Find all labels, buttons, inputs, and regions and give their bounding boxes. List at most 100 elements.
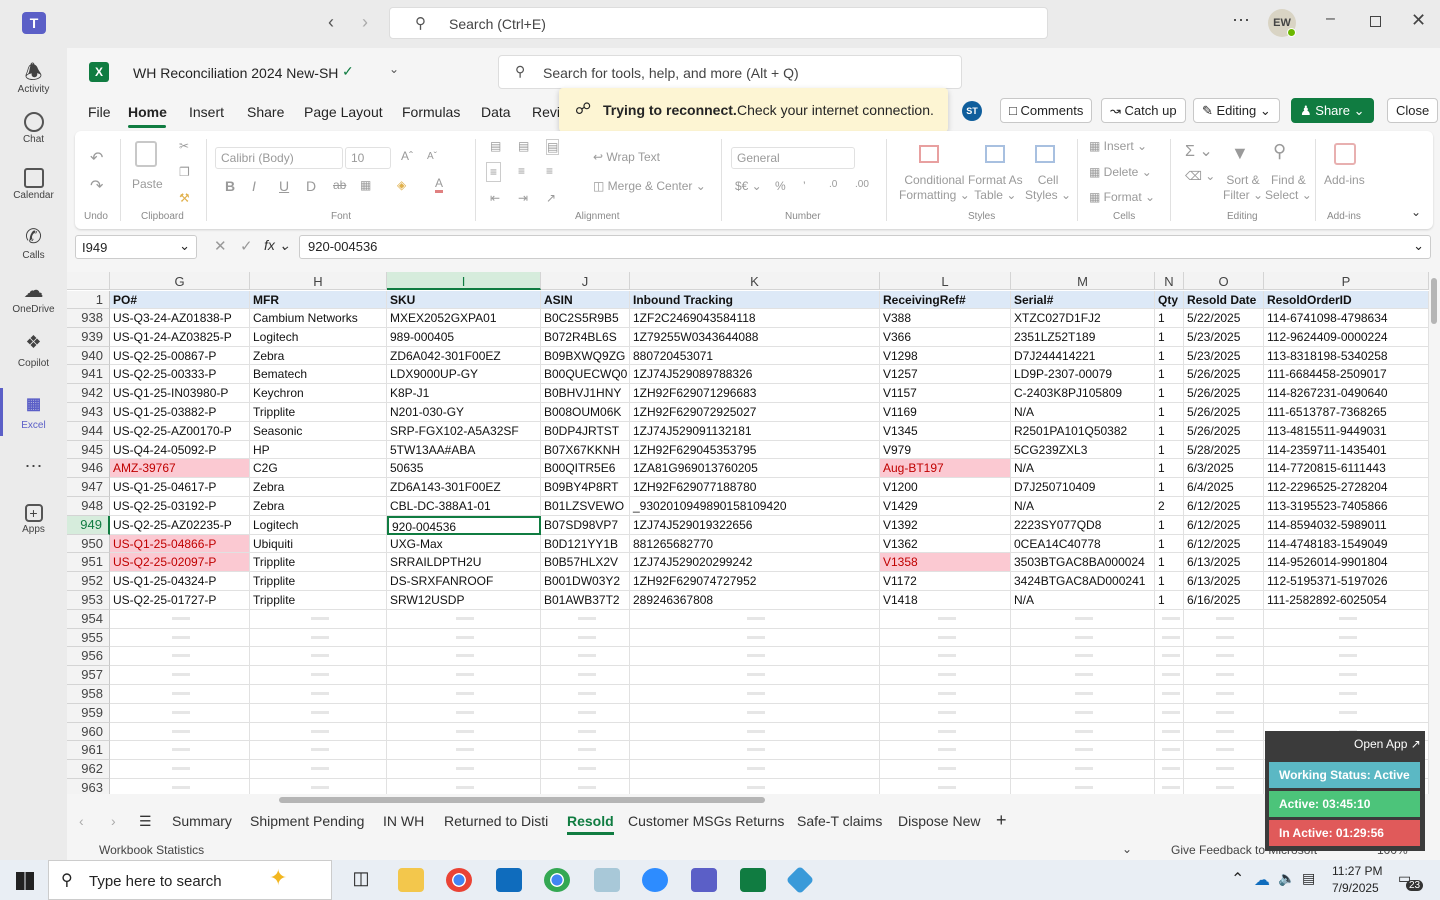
grow-font-icon[interactable]: Aˆ [401,149,413,163]
show-hidden-icons[interactable]: ⌃ [1231,869,1244,889]
empty-cell[interactable] [880,666,1011,685]
formula-input[interactable]: 920-004536 ⌄ [299,235,1431,259]
row-header[interactable]: 1 [67,291,110,309]
table-cell[interactable]: V1169 [880,403,1011,422]
table-cell[interactable]: US-Q1-25-IN03980-P [110,384,250,403]
header-cell[interactable]: Serial# [1011,291,1155,309]
table-cell[interactable]: 1 [1155,346,1184,366]
table-cell[interactable]: 1 [1155,440,1184,460]
empty-cell[interactable] [541,666,630,685]
table-cell[interactable]: 5CG239ZXL3 [1011,440,1155,460]
table-cell[interactable]: LD9P-2307-00079 [1011,365,1155,385]
undo-icon[interactable]: ↶ [90,148,103,168]
empty-cell[interactable] [387,666,541,685]
column-header[interactable]: M [1011,272,1155,290]
align-middle-icon[interactable]: ▤ [518,139,529,153]
table-cell[interactable]: V1392 [880,515,1011,535]
table-cell[interactable]: Zebra [250,346,387,366]
file-explorer-icon[interactable] [398,868,424,892]
strikethrough-icon[interactable]: ab [333,178,346,192]
outlook-icon[interactable] [496,868,522,892]
row-header[interactable]: 943 [67,403,110,422]
row-header[interactable]: 949 [67,515,110,535]
user-badge[interactable]: ST [962,101,982,121]
table-cell[interactable]: 5/23/2025 [1184,327,1264,347]
table-cell[interactable]: V1429 [880,497,1011,516]
header-cell[interactable]: PO# [110,291,250,309]
header-cell[interactable]: SKU [387,291,541,309]
empty-cell[interactable] [387,779,541,794]
rail-copilot[interactable]: ❖ Copilot [0,332,67,369]
empty-cell[interactable] [541,685,630,704]
menu-insert[interactable]: Insert [189,104,224,120]
shrink-font-icon[interactable]: Aˇ [427,151,437,162]
table-cell[interactable]: R2501PA101Q50382 [1011,421,1155,441]
header-cell[interactable]: Qty [1155,291,1184,309]
confirm-entry-icon[interactable]: ✓ [240,237,253,255]
add-ins-icon[interactable] [1334,143,1356,165]
photo-app-icon[interactable] [594,868,620,892]
volume-icon[interactable]: 🔈 [1278,870,1295,887]
empty-cell[interactable] [250,628,387,648]
table-cell[interactable]: V366 [880,327,1011,347]
cell-styles-icon[interactable] [1035,145,1055,163]
table-cell[interactable]: B0D121YY1B [541,534,630,554]
align-right-icon[interactable]: ≡ [546,164,553,178]
table-cell[interactable]: V1172 [880,572,1011,591]
row-header[interactable]: 938 [67,309,110,328]
empty-cell[interactable] [541,628,630,648]
chrome-icon[interactable] [446,868,472,892]
table-cell[interactable]: N201-030-GY [387,403,541,422]
table-cell[interactable]: 1ZH92F629077188780 [630,478,880,497]
row-header[interactable]: 946 [67,459,110,479]
vpn-app-icon[interactable] [785,865,815,895]
empty-cell[interactable] [387,722,541,742]
cut-icon[interactable]: ✂ [179,139,189,153]
row-header[interactable]: 958 [67,685,110,704]
font-name-dropdown[interactable]: Calibri (Body) [215,147,343,169]
table-cell[interactable]: 1ZA81G969013760205 [630,459,880,479]
table-cell[interactable]: 6/12/2025 [1184,497,1264,516]
menu-home[interactable]: Home [128,104,167,120]
table-cell[interactable]: 1 [1155,384,1184,403]
empty-cell[interactable] [541,647,630,667]
editing-mode-button[interactable]: ✎ Editing ⌄ [1193,98,1280,123]
chrome-profile-icon[interactable] [544,868,570,892]
font-color-icon[interactable]: A [435,176,444,193]
menu-share[interactable]: Share [247,104,284,120]
empty-cell[interactable] [110,609,250,629]
table-cell[interactable]: CBL-DC-388A1-01 [387,497,541,516]
align-center-icon[interactable]: ≡ [518,164,525,178]
table-cell[interactable]: 1ZF2C2469043584118 [630,309,880,328]
table-cell[interactable]: 0CEA14C40778 [1011,534,1155,554]
teams-logo-icon[interactable]: T [22,12,46,34]
table-cell[interactable]: Keychron [250,384,387,403]
table-cell[interactable]: 3424BTGAC8AD000241 [1011,572,1155,591]
table-cell[interactable]: US-Q2-25-00333-P [110,365,250,385]
table-cell[interactable]: N/A [1011,459,1155,479]
row-header[interactable]: 944 [67,421,110,441]
table-cell[interactable]: 880720453071 [630,346,880,366]
table-cell[interactable]: 111-6684458-2509017 [1264,365,1429,385]
row-header[interactable]: 959 [67,703,110,723]
empty-cell[interactable] [880,647,1011,667]
empty-cell[interactable] [630,609,880,629]
table-cell[interactable]: Seasonic [250,421,387,441]
find-select-label[interactable]: Find & Select ⌄ [1265,173,1312,203]
table-cell[interactable]: Tripplite [250,553,387,573]
table-cell[interactable]: 289246367808 [630,591,880,610]
cell-styles-label[interactable]: Cell Styles ⌄ [1025,173,1071,203]
sheet-tab[interactable]: Shipment Pending [250,813,364,829]
empty-cell[interactable] [387,703,541,723]
empty-cell[interactable] [880,741,1011,761]
sort-filter-label[interactable]: Sort & Filter ⌄ [1223,173,1263,203]
column-header[interactable]: H [250,272,387,290]
insert-function-icon[interactable]: fx ⌄ [264,237,291,254]
table-cell[interactable]: B001DW03Y2 [541,572,630,591]
table-cell[interactable]: 1ZH92F629072925027 [630,403,880,422]
comments-button[interactable]: □ Comments [1000,98,1093,123]
row-header[interactable]: 951 [67,553,110,573]
row-header[interactable]: 940 [67,346,110,366]
table-cell[interactable]: 1ZJ74J529091132181 [630,421,880,441]
empty-cell[interactable] [541,760,630,779]
